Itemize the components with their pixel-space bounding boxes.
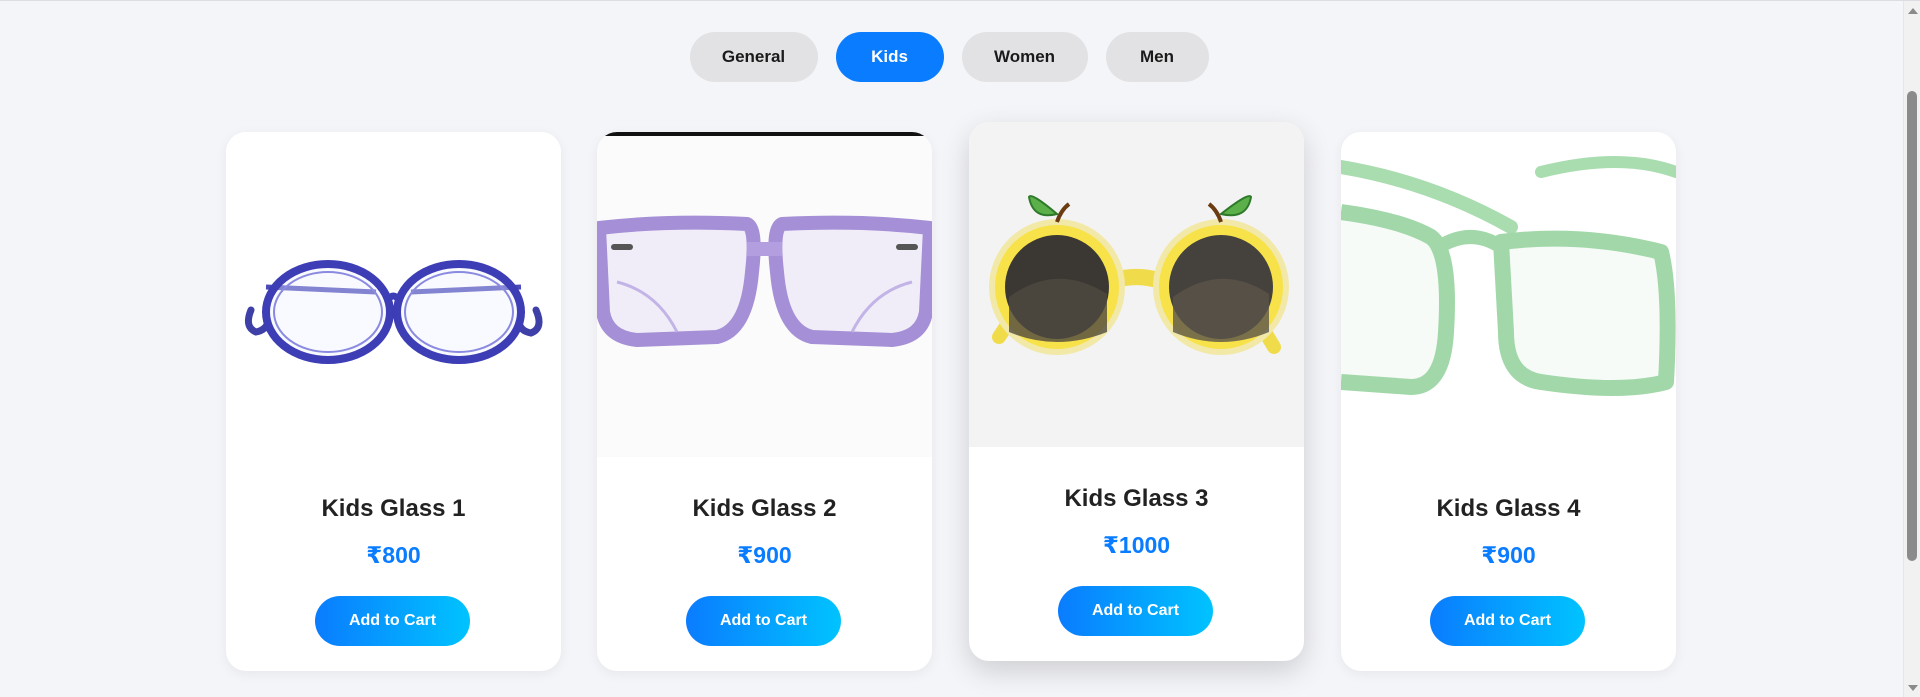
tab-kids[interactable]: Kids	[835, 32, 944, 82]
page: General Kids Women Men Kids Glass 1 ₹800…	[0, 0, 1920, 697]
tab-general[interactable]: General	[689, 32, 818, 82]
scroll-down-arrow-icon[interactable]	[1908, 685, 1918, 691]
add-to-cart-button[interactable]: Add to Cart	[1430, 596, 1585, 646]
blue-round-kids-glasses-image	[226, 132, 561, 457]
product-title: Kids Glass 2	[692, 495, 837, 522]
category-tabs: General Kids Women Men	[0, 32, 1898, 82]
product-price: ₹1000	[1102, 532, 1171, 558]
purple-square-kids-glasses-image	[597, 132, 932, 457]
tab-men[interactable]: Men	[1105, 32, 1209, 82]
scroll-up-arrow-icon[interactable]	[1908, 8, 1918, 14]
product-title: Kids Glass 1	[321, 495, 466, 522]
vertical-scrollbar[interactable]	[1903, 1, 1920, 697]
product-price: ₹900	[1481, 542, 1536, 568]
product-card-2: Kids Glass 2 ₹900 Add to Cart	[597, 132, 932, 671]
product-card-3: Kids Glass 3 ₹1000 Add to Cart	[969, 122, 1304, 661]
product-card-4: Kids Glass 4 ₹900 Add to Cart	[1341, 132, 1676, 671]
tab-women[interactable]: Women	[961, 32, 1088, 82]
add-to-cart-button[interactable]: Add to Cart	[315, 596, 470, 646]
yellow-fruit-sunglasses-image	[969, 122, 1304, 447]
product-title: Kids Glass 3	[1064, 485, 1209, 512]
product-title: Kids Glass 4	[1436, 495, 1581, 522]
green-square-kids-glasses-image	[1341, 132, 1676, 457]
scroll-thumb[interactable]	[1907, 91, 1917, 561]
add-to-cart-button[interactable]: Add to Cart	[1058, 586, 1213, 636]
product-price: ₹900	[737, 542, 792, 568]
product-card-1: Kids Glass 1 ₹800 Add to Cart	[226, 132, 561, 671]
product-price: ₹800	[366, 542, 421, 568]
add-to-cart-button[interactable]: Add to Cart	[686, 596, 841, 646]
